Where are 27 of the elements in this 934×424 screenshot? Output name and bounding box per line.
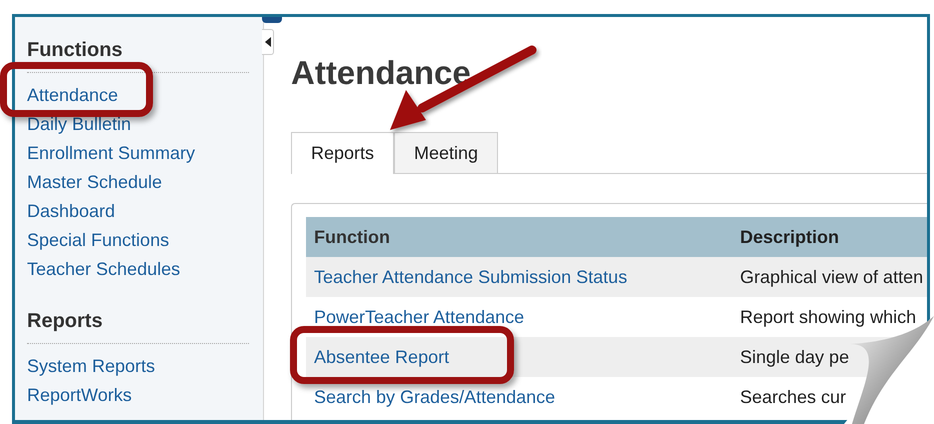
sidebar-link[interactable]: Attendance bbox=[27, 81, 249, 110]
function-link[interactable]: PowerTeacher Attendance bbox=[314, 306, 524, 326]
table-cell: Graphical view of atten bbox=[740, 266, 924, 286]
function-link[interactable]: Search by Grades/Attendance bbox=[314, 386, 556, 406]
sidebar-link[interactable]: ReportWorks bbox=[27, 381, 249, 410]
sidebar-heading: Functions bbox=[27, 38, 124, 63]
function-link[interactable]: Teacher Attendance Submission Status bbox=[314, 266, 628, 286]
table-cell: Single day pe bbox=[740, 346, 850, 366]
sidebar-link[interactable]: System Reports bbox=[27, 352, 249, 381]
table-cell: Report showing which bbox=[740, 306, 916, 326]
sidebar-link[interactable]: Enrollment Summary bbox=[27, 139, 249, 168]
tab[interactable]: Meeting bbox=[394, 132, 498, 173]
sidebar-heading: Reports bbox=[27, 309, 104, 334]
column-header: Description bbox=[740, 226, 840, 248]
table-cell: Searches cur bbox=[740, 386, 846, 406]
tab[interactable]: Reports bbox=[291, 132, 394, 174]
function-link[interactable]: Absentee Report bbox=[314, 346, 450, 366]
sidebar-link[interactable]: Special Functions bbox=[27, 226, 249, 255]
left-triangle-icon bbox=[264, 37, 270, 47]
collapse-button[interactable] bbox=[262, 29, 274, 55]
sidebar-link[interactable]: Dashboard bbox=[27, 197, 249, 226]
panel-tab[interactable] bbox=[262, 17, 282, 23]
sidebar-link[interactable]: Daily Bulletin bbox=[27, 110, 249, 139]
column-header: Function bbox=[313, 226, 391, 248]
sidebar-link[interactable]: Teacher Schedules bbox=[27, 255, 249, 284]
page-title: Attendance bbox=[291, 53, 472, 93]
sidebar-link[interactable]: Master Schedule bbox=[27, 168, 249, 197]
